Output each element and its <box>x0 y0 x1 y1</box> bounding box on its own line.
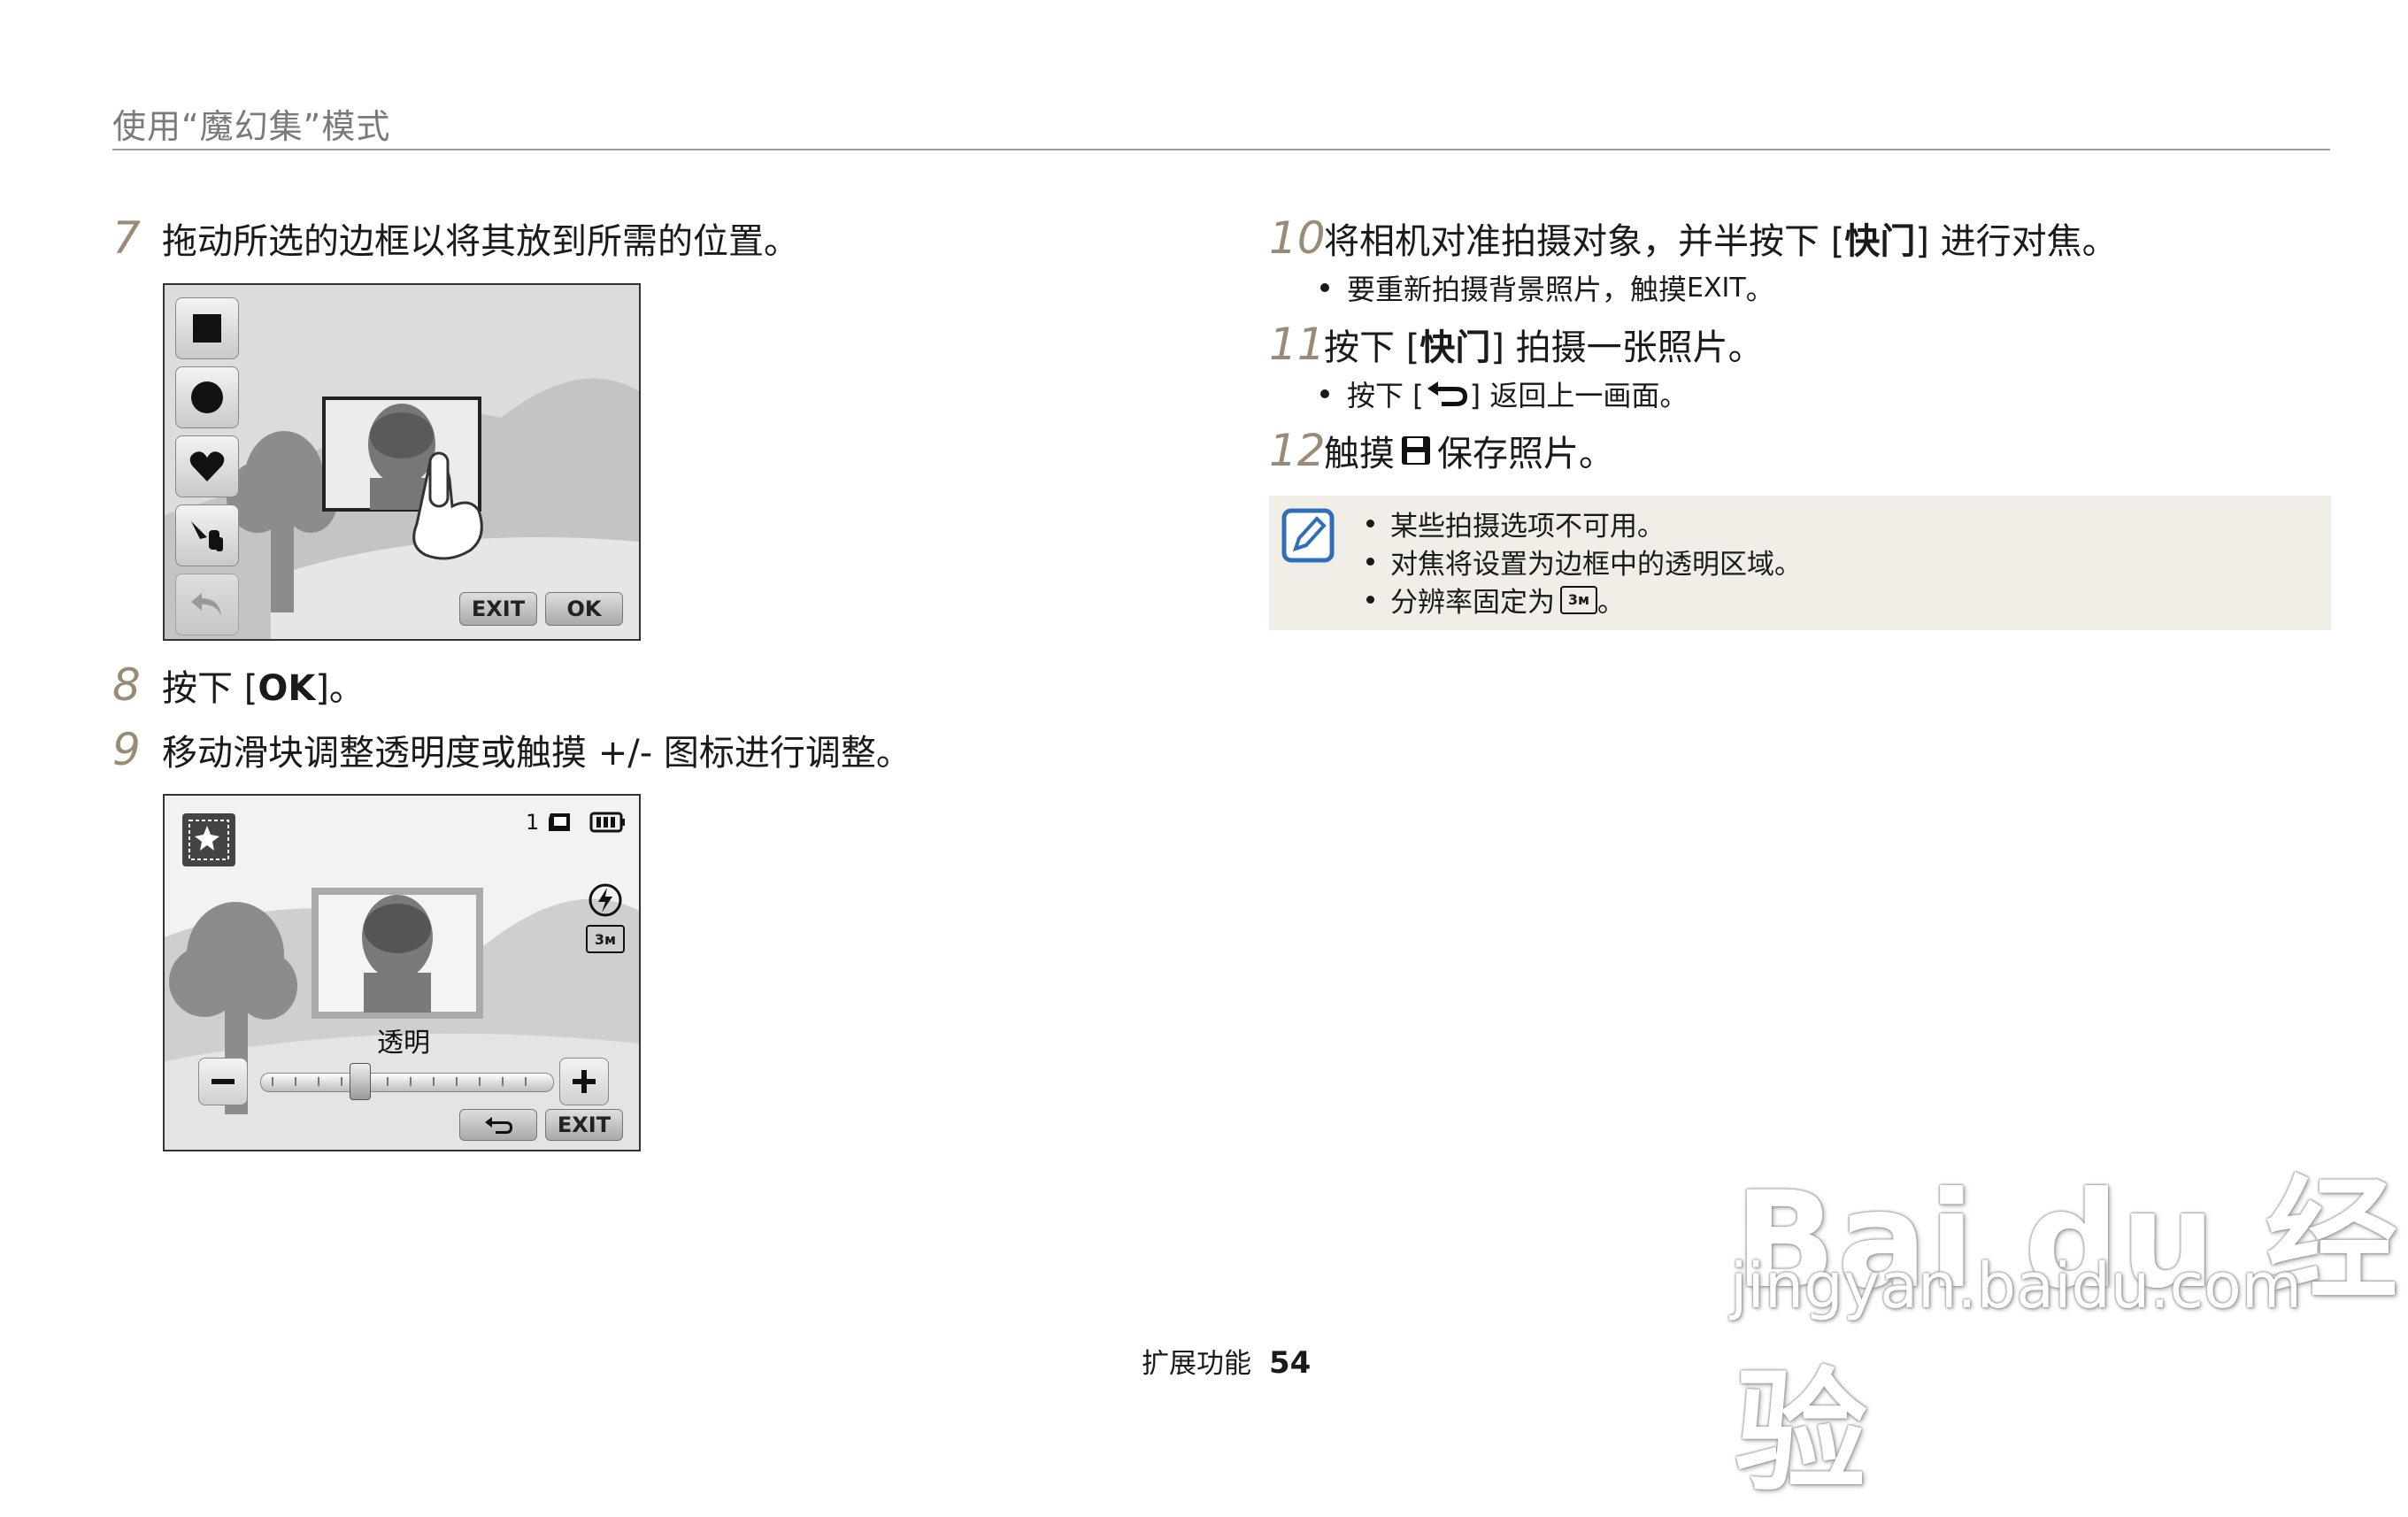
step-text: 移动滑块调整透明度或触摸 +/- 图标进行调整。 <box>162 733 912 774</box>
undo-button[interactable] <box>175 574 239 635</box>
undo-arrow-icon <box>191 593 221 616</box>
step-11-bullet: 按下 [ ] 返回上一画面。 <box>1320 373 1688 414</box>
step-text: 触摸 保存照片。 <box>1324 434 1614 474</box>
step-number: 8 <box>112 659 141 711</box>
circle-icon <box>191 381 223 413</box>
save-icon <box>1402 436 1430 465</box>
step-number: 11 <box>1269 319 1326 370</box>
page-number: 54 <box>1269 1345 1312 1381</box>
footer-section: 扩展功能 <box>1142 1348 1251 1380</box>
note-item: 分辨率固定为 3м。 <box>1366 581 1802 619</box>
step-7: 7 拖动所选的边框以将其放到所需的位置。 <box>112 212 799 264</box>
step-12: 12 触摸 保存照片。 <box>1269 425 1614 476</box>
slider-ticks <box>272 1077 542 1086</box>
transparency-slider-track[interactable] <box>260 1073 554 1092</box>
heart-frame-button[interactable] <box>175 435 239 497</box>
resolution-3m-icon: 3м <box>586 925 625 953</box>
flash-off-icon <box>588 882 623 921</box>
square-frame-button[interactable] <box>175 297 239 359</box>
camera-screen-frame-select: EXIT OK <box>163 283 641 641</box>
slider-label: 透明 <box>377 1028 430 1059</box>
note-item: 某些拍摄选项不可用。 <box>1366 504 1802 543</box>
step-10-bullet: 要重新拍摄背景照片，触摸 EXIT。 <box>1320 267 1774 308</box>
step-number: 12 <box>1269 425 1326 476</box>
step-text: 将相机对准拍摄对象，并半按下 [快门] 进行对焦。 <box>1324 221 2118 262</box>
note-pencil-icon <box>1281 508 1335 566</box>
step-9: 9 移动滑块调整透明度或触摸 +/- 图标进行调整。 <box>112 724 912 775</box>
ok-key-label: OK <box>258 668 316 709</box>
memory-card-icon <box>547 812 573 836</box>
step-number: 10 <box>1269 212 1326 264</box>
step-text: 拖动所选的边框以将其放到所需的位置。 <box>162 221 799 262</box>
custom-frame-button[interactable] <box>175 504 239 566</box>
back-arrow-icon <box>485 1117 512 1134</box>
exit-button[interactable]: EXIT <box>545 1109 623 1141</box>
step-text: 按下 [OK]。 <box>162 668 365 709</box>
plus-icon <box>573 1070 596 1093</box>
shot-count: 1 <box>526 810 540 835</box>
watermark-url: jingyan.baidu.com <box>1730 1250 2302 1322</box>
header-divider <box>112 149 2330 150</box>
note-item: 对焦将设置为边框中的透明区域。 <box>1366 543 1802 581</box>
circle-frame-button[interactable] <box>175 366 239 428</box>
page-header-title: 使用“魔幻集”模式 <box>112 107 391 146</box>
shutter-key-label: 快门 <box>1419 327 1491 368</box>
minus-icon <box>212 1079 235 1084</box>
heart-icon <box>189 451 225 481</box>
watermark-logo: Bai du 经验 <box>1735 1164 2400 1510</box>
step-10: 10 将相机对准拍摄对象，并半按下 [快门] 进行对焦。 <box>1269 212 2118 264</box>
step-8: 8 按下 [OK]。 <box>112 659 365 711</box>
step-11: 11 按下 [快门] 拍摄一张照片。 <box>1269 319 1764 370</box>
note-box: 某些拍摄选项不可用。 对焦将设置为边框中的透明区域。 分辨率固定为 3м。 <box>1269 496 2331 630</box>
increase-button[interactable] <box>559 1058 609 1105</box>
transparency-slider-thumb[interactable] <box>350 1063 372 1100</box>
ok-button[interactable]: OK <box>545 592 623 626</box>
decrease-button[interactable] <box>198 1058 248 1105</box>
magic-frame-mode-icon <box>182 813 235 866</box>
step-number: 7 <box>112 212 141 264</box>
page-footer: 扩展功能 54 <box>1142 1341 1311 1381</box>
camera-screen-transparency: 1 3м 透明 EXIT <box>163 794 641 1151</box>
square-icon <box>193 314 221 343</box>
back-button[interactable] <box>459 1109 537 1141</box>
step-number: 9 <box>112 724 141 775</box>
resolution-3m-icon: 3м <box>1560 585 1597 614</box>
step-text: 按下 [快门] 拍摄一张照片。 <box>1324 327 1764 368</box>
battery-icon <box>589 812 627 836</box>
exit-key-label: EXIT <box>1687 272 1746 304</box>
exit-button[interactable]: EXIT <box>459 592 537 626</box>
back-arrow-icon <box>1427 381 1467 406</box>
touch-draw-icon <box>191 521 223 551</box>
shutter-key-label: 快门 <box>1844 221 1916 262</box>
